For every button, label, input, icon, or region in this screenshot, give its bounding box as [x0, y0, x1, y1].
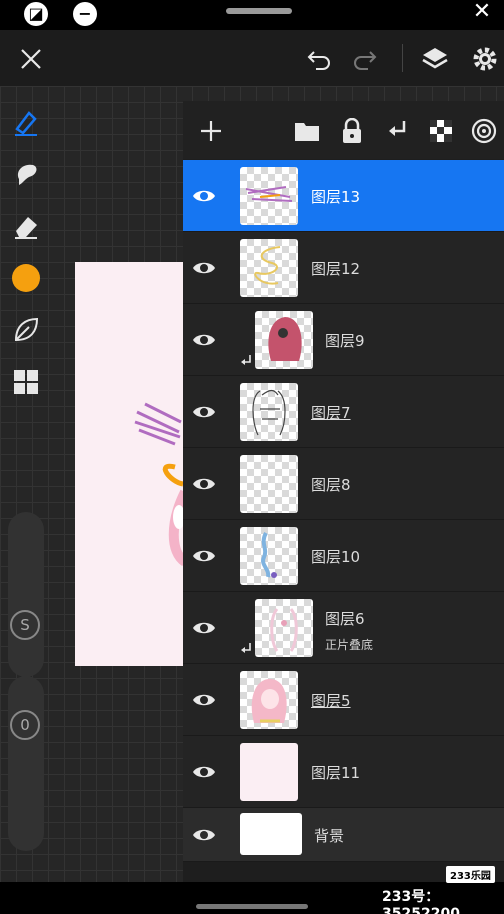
- target-icon[interactable]: [470, 117, 498, 145]
- window-drag-handle[interactable]: [226, 8, 292, 14]
- toolbar-divider: [402, 44, 403, 72]
- layer-name: 图层5: [311, 692, 351, 710]
- layer-row[interactable]: 图层8: [183, 448, 504, 520]
- brush-size-slider[interactable]: [8, 512, 44, 677]
- layer-thumbnail: [240, 743, 298, 801]
- layer-name: 图层10: [311, 548, 361, 566]
- visibility-eye-icon[interactable]: [191, 543, 217, 569]
- visibility-eye-icon[interactable]: [191, 759, 217, 785]
- top-toolbar: [0, 30, 504, 86]
- visibility-eye-icon[interactable]: [191, 822, 217, 848]
- background-layer-name: 背景: [314, 827, 345, 845]
- status-bar: ◪ − ✕: [0, 0, 504, 30]
- visibility-eye-icon[interactable]: [191, 687, 217, 713]
- layers-panel: 图层13 图层12 图层9 图层7 图层8 图层10 图层6 正片叠底 图层5 …: [183, 101, 504, 882]
- visibility-eye-icon[interactable]: [191, 327, 217, 353]
- visibility-eye-icon[interactable]: [191, 615, 217, 641]
- drawing-canvas[interactable]: [75, 262, 185, 666]
- layer-name: 图层7: [311, 404, 351, 422]
- opacity-slider[interactable]: [8, 676, 44, 851]
- layer-name: 图层6: [325, 610, 365, 628]
- clip-arrow-icon: [241, 643, 251, 653]
- undo-icon[interactable]: [304, 44, 334, 74]
- layer-name: 图层9: [325, 332, 365, 350]
- layers-toolbar: [183, 101, 504, 159]
- visibility-eye-icon[interactable]: [191, 471, 217, 497]
- layer-name: 图层13: [311, 188, 361, 206]
- layers-icon[interactable]: [420, 44, 450, 74]
- opacity-knob[interactable]: 0: [10, 710, 40, 740]
- visibility-eye-icon[interactable]: [191, 183, 217, 209]
- watermark-text: 233号：35252200: [382, 889, 460, 914]
- eraser-icon[interactable]: [10, 210, 42, 242]
- home-gesture-handle[interactable]: [196, 904, 308, 909]
- clipping-mask-icon[interactable]: [383, 117, 411, 145]
- transparency-checker-icon[interactable]: [427, 117, 455, 145]
- layer-thumbnail: [255, 599, 313, 657]
- layer-thumbnail: [240, 671, 298, 729]
- color-swatch[interactable]: [10, 262, 42, 294]
- layer-list: 图层13 图层12 图层9 图层7 图层8 图层10 图层6 正片叠底 图层5 …: [183, 160, 504, 862]
- layer-name: 图层11: [311, 764, 361, 782]
- layer-name: 图层8: [311, 476, 351, 494]
- minimize-icon[interactable]: −: [73, 2, 97, 26]
- clip-arrow-icon: [241, 355, 251, 365]
- settings-icon[interactable]: [470, 44, 500, 74]
- leaf-icon[interactable]: [10, 314, 42, 346]
- folder-icon[interactable]: [293, 117, 321, 145]
- smudge-icon[interactable]: [10, 158, 42, 190]
- layer-row[interactable]: 图层6 正片叠底: [183, 592, 504, 664]
- lock-icon[interactable]: [338, 117, 366, 145]
- artwork-preview: [134, 402, 185, 567]
- grid-icon[interactable]: [10, 366, 42, 398]
- window-mode-icon[interactable]: ◪: [24, 2, 48, 26]
- layer-thumbnail: [240, 383, 298, 441]
- brush-size-knob[interactable]: S: [10, 610, 40, 640]
- layer-thumbnail: [240, 527, 298, 585]
- redo-icon[interactable]: [350, 44, 380, 74]
- layer-row[interactable]: 图层10: [183, 520, 504, 592]
- visibility-eye-icon[interactable]: [191, 399, 217, 425]
- add-layer-icon[interactable]: [197, 117, 225, 145]
- layer-name: 图层12: [311, 260, 361, 278]
- pen-icon[interactable]: [10, 106, 42, 138]
- watermark-logo: 233乐园: [446, 866, 495, 883]
- layer-thumbnail: [240, 167, 298, 225]
- layer-row[interactable]: 图层13: [183, 160, 504, 232]
- layer-row[interactable]: 图层9: [183, 304, 504, 376]
- left-toolbar: S 0: [0, 86, 52, 882]
- window-close-icon[interactable]: ✕: [470, 0, 494, 24]
- drawing-app: S 0 图层13 图层12 图层9 图层7 图层8 图层10 图层6 正片叠底 …: [0, 30, 504, 882]
- close-icon[interactable]: [16, 44, 46, 74]
- layer-blend-mode: 正片叠底: [325, 638, 374, 652]
- layer-row[interactable]: 图层5: [183, 664, 504, 736]
- visibility-eye-icon[interactable]: [191, 255, 217, 281]
- layer-thumbnail: [240, 239, 298, 297]
- layer-row[interactable]: 图层7: [183, 376, 504, 448]
- layer-thumbnail: [240, 455, 298, 513]
- layer-thumbnail: [255, 311, 313, 369]
- background-thumbnail: [240, 813, 302, 855]
- background-layer-row[interactable]: 背景: [183, 808, 504, 862]
- layer-row[interactable]: 图层11: [183, 736, 504, 808]
- layer-row[interactable]: 图层12: [183, 232, 504, 304]
